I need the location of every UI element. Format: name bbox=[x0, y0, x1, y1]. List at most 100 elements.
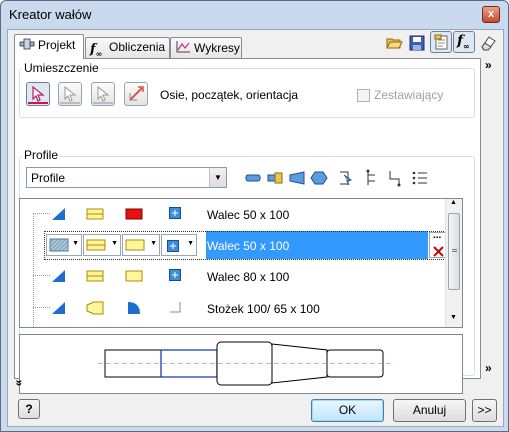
add-feature-icon bbox=[167, 240, 179, 252]
chamfer-icon bbox=[52, 270, 65, 282]
add-feature-icon bbox=[169, 207, 181, 219]
cylinder-feature-icon bbox=[86, 270, 104, 282]
calculation-toggle-button[interactable]: f∞ bbox=[453, 31, 475, 53]
cancel-button[interactable]: Anuluj bbox=[393, 399, 466, 422]
sections-list: Walec 50 x 100 ▼ ▼ ▼ ▼ Walec 50 x 100 ..… bbox=[19, 198, 463, 328]
cursor-arrow-icon bbox=[97, 86, 110, 102]
settings-sheet-icon bbox=[434, 34, 448, 50]
tab-obliczenia[interactable]: f∞ Obliczenia bbox=[85, 37, 170, 59]
insert-cone-icon[interactable] bbox=[288, 169, 306, 187]
cursor-arrow-icon bbox=[32, 86, 45, 102]
plain-feature-icon bbox=[125, 239, 145, 251]
add-feature-icon bbox=[169, 269, 181, 281]
options-toggle-button[interactable] bbox=[430, 31, 452, 53]
hatched-section-icon bbox=[49, 238, 69, 252]
list-item-selected[interactable]: ▼ ▼ ▼ ▼ Walec 50 x 100 ... bbox=[20, 230, 456, 262]
section-label: Walec 80 x 100 bbox=[207, 270, 290, 284]
insert-cylinder-icon[interactable] bbox=[244, 169, 262, 187]
delete-icon[interactable] bbox=[432, 245, 445, 257]
placement-select-button[interactable] bbox=[26, 82, 50, 106]
close-button[interactable]: x bbox=[482, 6, 500, 23]
save-icon[interactable] bbox=[408, 34, 426, 52]
cone-feature-icon bbox=[86, 301, 104, 315]
bottom-expand-strip[interactable]: » bbox=[12, 379, 481, 390]
side-panel-strip[interactable]: » » bbox=[484, 58, 498, 379]
placement-mode-text: Osie, początek, orientacja bbox=[160, 88, 299, 102]
graph-icon bbox=[176, 41, 190, 53]
chamfer-icon bbox=[52, 302, 65, 314]
scroll-up-icon[interactable]: ▲ bbox=[450, 199, 457, 206]
plain-feature-icon bbox=[125, 270, 143, 282]
window-title: Kreator wałów bbox=[9, 7, 92, 22]
insert-bore-icon[interactable] bbox=[337, 169, 355, 187]
tree-line bbox=[33, 213, 50, 214]
expand-right-icon: » bbox=[485, 361, 492, 375]
help-button[interactable]: ? bbox=[18, 399, 40, 419]
insert-hexagon-icon[interactable] bbox=[310, 169, 328, 187]
more-button[interactable]: >> bbox=[472, 399, 497, 422]
expand-down-icon: » bbox=[12, 379, 27, 387]
cylinder-feature-icon bbox=[86, 208, 104, 220]
section-label: Stożek 100/ 65 x 100 bbox=[207, 302, 320, 316]
profile-group-label: Profile bbox=[22, 148, 61, 162]
tab-wykresy[interactable]: Wykresy bbox=[170, 37, 242, 58]
eraser-icon[interactable] bbox=[479, 34, 497, 52]
split-left-icon[interactable] bbox=[363, 169, 381, 187]
section-feature-combo[interactable]: ▼ bbox=[83, 234, 121, 256]
profile-select-value: Profile bbox=[31, 171, 66, 185]
profile-select[interactable]: Profile ▼ bbox=[26, 167, 227, 188]
cursor-arrow-icon bbox=[64, 86, 77, 102]
assembling-checkbox[interactable] bbox=[357, 89, 370, 102]
shaft-design-icon bbox=[19, 38, 35, 50]
chevron-down-icon: ▼ bbox=[209, 168, 226, 187]
chevron-down-icon: ▼ bbox=[187, 240, 194, 247]
dialog-window: Kreator wałów x Projekt f∞ Obliczenia Wyk… bbox=[0, 0, 509, 432]
tab-label: Obliczenia bbox=[109, 40, 166, 54]
ok-button[interactable]: OK bbox=[311, 399, 384, 422]
function-icon: f∞ bbox=[457, 33, 470, 51]
split-right-icon[interactable] bbox=[385, 169, 403, 187]
tab-label: Projekt bbox=[38, 38, 76, 52]
dialog-body: Projekt f∞ Obliczenia Wykresy f∞ » » Umie… bbox=[7, 29, 504, 427]
keyway-feature-icon bbox=[125, 208, 143, 220]
placement-orientation-button[interactable] bbox=[91, 82, 115, 106]
list-item[interactable]: Walec 50 x 100 bbox=[20, 199, 450, 231]
tab-label: Wykresy bbox=[194, 41, 240, 55]
cylinder-feature-icon bbox=[86, 239, 106, 251]
sections-scrollbar[interactable]: ▲ ▼ bbox=[445, 199, 462, 327]
placement-start-button[interactable] bbox=[58, 82, 82, 106]
flip-icon bbox=[129, 86, 144, 101]
list-item[interactable]: Stożek 100/ 65 x 100 bbox=[20, 293, 450, 325]
axis-indicator bbox=[93, 102, 113, 104]
expand-right-icon: » bbox=[485, 58, 492, 72]
insert-polygon-icon[interactable] bbox=[266, 169, 284, 187]
chamfer-icon bbox=[52, 208, 65, 220]
function-icon: f∞ bbox=[90, 42, 103, 59]
end-feature-combo[interactable]: ▼ bbox=[122, 234, 160, 256]
tree-line bbox=[33, 275, 50, 276]
fillet-icon bbox=[128, 302, 140, 314]
grip-icon bbox=[452, 249, 457, 252]
chevron-down-icon: ▼ bbox=[111, 240, 118, 247]
tab-projekt[interactable]: Projekt bbox=[14, 34, 84, 59]
chevron-down-icon: ▼ bbox=[72, 240, 79, 247]
axis-indicator bbox=[60, 102, 80, 104]
title-bar[interactable]: Kreator wałów x bbox=[1, 1, 508, 29]
open-folder-icon[interactable] bbox=[385, 34, 403, 52]
chamfer-combo[interactable]: ▼ bbox=[46, 234, 82, 256]
more-options-icon[interactable]: ... bbox=[433, 230, 441, 241]
section-label: Walec 50 x 100 bbox=[207, 239, 290, 253]
tree-line bbox=[33, 307, 50, 308]
flip-direction-button[interactable] bbox=[124, 82, 148, 106]
chevron-down-icon: ▼ bbox=[150, 240, 157, 247]
add-feature-combo[interactable]: ▼ bbox=[161, 234, 197, 256]
list-item[interactable]: Walec 80 x 100 bbox=[20, 261, 450, 293]
list-icon[interactable] bbox=[411, 169, 429, 187]
axis-indicator bbox=[28, 102, 48, 104]
scroll-down-icon[interactable]: ▼ bbox=[450, 314, 457, 321]
placement-group-label: Umieszczenie bbox=[22, 61, 101, 75]
projekt-panel: Umieszczenie Osie, początek, orientacja … bbox=[14, 58, 481, 394]
scroll-thumb[interactable] bbox=[448, 213, 460, 290]
empty-feature-icon bbox=[170, 302, 181, 313]
assembling-label: Zestawiający bbox=[374, 88, 444, 102]
